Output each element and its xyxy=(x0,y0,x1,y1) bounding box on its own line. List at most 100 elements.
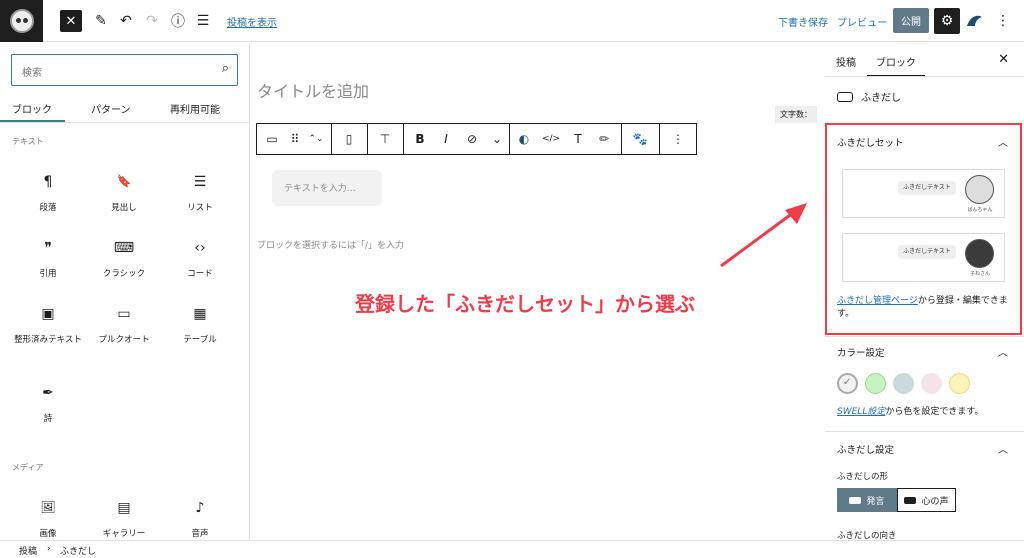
publish-button[interactable]: 公開 xyxy=(893,8,929,33)
chevron-right-icon: › xyxy=(47,544,51,554)
search-input[interactable]: 検索 ⌕ xyxy=(11,54,238,86)
chevron-up-icon[interactable]: ︿ xyxy=(998,134,1008,149)
move-up-down-icon[interactable]: ⌃⌄ xyxy=(305,124,327,154)
search-placeholder: 検索 xyxy=(22,68,42,79)
music-note-icon: ♪ xyxy=(195,500,205,516)
list-view-icon[interactable]: ☰ xyxy=(192,10,214,32)
balloon-placeholder: テキストを入力… xyxy=(284,184,356,194)
balloon-settings-icon[interactable]: ▯ xyxy=(335,124,363,154)
manage-page-link[interactable]: ふきだし管理ページ xyxy=(837,296,918,306)
swell-settings-link[interactable]: SWELL設定 xyxy=(837,407,885,417)
arrow-annotation xyxy=(715,200,810,273)
panel-title-fuki-set[interactable]: ふきだしセット xyxy=(837,135,904,149)
save-draft-button[interactable]: 下書き保存 xyxy=(778,14,828,29)
block-item-verse[interactable]: ✒ 詩 xyxy=(10,385,86,426)
toolbar-divider xyxy=(403,124,404,154)
block-item-table[interactable]: ▦ テーブル xyxy=(162,306,238,347)
undo-icon[interactable]: ↶ xyxy=(115,10,137,32)
block-item-image[interactable]: 🖼 画像 xyxy=(10,500,86,540)
quote-icon: ❞ xyxy=(44,240,52,256)
tab-block[interactable]: ブロック xyxy=(867,54,925,77)
shape-label: ふきだしの形 xyxy=(837,472,889,482)
italic-icon[interactable]: I xyxy=(435,124,457,154)
block-item-quote[interactable]: ❞ 引用 xyxy=(10,240,86,281)
block-item-code[interactable]: ‹› コード xyxy=(162,240,238,281)
block-item-pullquote[interactable]: ▭ プルクオート xyxy=(86,306,162,347)
breadcrumb-fuki[interactable]: ふきだし xyxy=(60,544,96,557)
highlight-icon[interactable]: ✏ xyxy=(593,124,615,154)
color-swatch-1[interactable]: ✓ xyxy=(837,373,858,394)
balloon-preset-2[interactable]: ふきだしテキスト 子ねさん xyxy=(842,233,1005,282)
font-size-icon[interactable]: T xyxy=(567,124,589,154)
block-toolbar: ▭ ⠿ ⌃⌄ ▯ ⊤ B I ⊘ ⌄ ◐ </> T ✏ 🐾 ⋮ xyxy=(256,123,697,155)
feather-icon: ✒ xyxy=(42,385,54,401)
avatar-icon xyxy=(965,175,994,204)
thought-bubble-icon xyxy=(904,496,917,504)
settings-sidebar: 投稿 ブロック ✕ ふきだし ふきだしセット ︿ ふきだしテキスト ぱんちゃん … xyxy=(825,43,1024,540)
color-swatch-2[interactable] xyxy=(865,373,886,394)
block-item-audio[interactable]: ♪ 音声 xyxy=(162,500,238,540)
close-icon[interactable]: ✕ xyxy=(998,52,1009,67)
breadcrumb-post[interactable]: 投稿 xyxy=(19,544,37,557)
block-type-icon[interactable]: ▭ xyxy=(259,124,285,154)
inserter-tabs: ブロック パターン 再利用可能 xyxy=(0,93,249,123)
paw-icon[interactable]: 🐾 xyxy=(627,124,653,154)
site-logo[interactable] xyxy=(0,0,43,42)
view-post-link[interactable]: 投稿を表示 xyxy=(227,14,277,29)
chevron-down-icon[interactable]: ⌄ xyxy=(487,124,507,154)
manage-page-note: ふきだし管理ページから登録・編集できます。 xyxy=(837,296,1008,319)
options-menu-icon[interactable]: ⋮ xyxy=(992,10,1014,32)
block-name: ふきだし xyxy=(861,93,901,104)
pen-icon[interactable]: ✎ xyxy=(90,10,112,32)
more-options-icon[interactable]: ⋮ xyxy=(665,124,691,154)
bold-icon[interactable]: B xyxy=(409,124,431,154)
preview-button[interactable]: プレビュー xyxy=(837,14,887,29)
panel-title-color[interactable]: カラー設定 xyxy=(837,345,885,359)
shape-option-thought[interactable]: 心の声 xyxy=(897,488,956,512)
toolbar-divider xyxy=(509,124,510,154)
paragraph-icon: ¶ xyxy=(43,174,53,190)
balloon-preset-1[interactable]: ふきだしテキスト ぱんちゃん xyxy=(842,169,1005,218)
color-swatch-5[interactable] xyxy=(949,373,970,394)
tab-reusable[interactable]: 再利用可能 xyxy=(170,101,220,116)
swell-icon[interactable] xyxy=(966,13,983,28)
post-title-input[interactable]: タイトルを追加 xyxy=(257,78,369,102)
panel-title-fuki-settings[interactable]: ふきだし設定 xyxy=(837,442,894,456)
chevron-up-icon[interactable]: ︿ xyxy=(998,344,1008,359)
speech-bubble-icon xyxy=(849,496,862,504)
tab-patterns[interactable]: パターン xyxy=(91,101,131,116)
tab-post[interactable]: 投稿 xyxy=(836,54,856,69)
list-icon: ☰ xyxy=(193,174,207,190)
tab-blocks[interactable]: ブロック xyxy=(0,101,65,122)
link-icon[interactable]: ⊘ xyxy=(461,124,483,154)
check-icon: ✓ xyxy=(843,377,852,388)
preset-name: 子ねさん xyxy=(969,271,990,277)
bubble-text: ふきだしテキスト xyxy=(898,245,956,259)
alignment-icon[interactable]: ⊤ xyxy=(371,124,399,154)
image-icon: 🖼 xyxy=(40,500,56,514)
color-swatch-4[interactable] xyxy=(921,373,942,394)
avatar-icon xyxy=(965,239,994,268)
block-item-heading[interactable]: 🔖 見出し xyxy=(86,174,162,215)
toolbar-divider xyxy=(659,124,660,154)
shape-option-speech[interactable]: 発言 xyxy=(837,488,897,512)
block-item-preformatted[interactable]: ▣ 整形済みテキスト xyxy=(10,306,86,347)
color-swatch-3[interactable] xyxy=(893,373,914,394)
swell-format-icon[interactable]: ◐ xyxy=(513,124,535,154)
info-icon[interactable]: ⓘ xyxy=(167,10,189,32)
close-inserter-button[interactable]: ✕ xyxy=(60,10,82,32)
redo-icon[interactable]: ↷ xyxy=(141,10,163,32)
chevron-up-icon[interactable]: ︿ xyxy=(998,441,1008,456)
block-item-gallery[interactable]: ▤ ギャラリー xyxy=(86,500,162,540)
drag-handle-icon[interactable]: ⠿ xyxy=(285,124,305,154)
block-inserter-panel: 検索 ⌕ ブロック パターン 再利用可能 テキスト ¶ 段落 🔖 見出し ☰ リスト … xyxy=(0,43,250,540)
balloon-block[interactable]: テキストを入力… xyxy=(272,170,382,206)
gallery-icon: ▤ xyxy=(117,500,131,516)
bookmark-icon: 🔖 xyxy=(116,174,132,188)
block-item-classic[interactable]: ⌨ クラシック xyxy=(86,240,162,281)
block-item-list[interactable]: ☰ リスト xyxy=(162,174,238,215)
block-item-paragraph[interactable]: ¶ 段落 xyxy=(10,174,86,215)
settings-button[interactable]: ⚙ xyxy=(934,8,960,34)
divider xyxy=(825,336,1024,337)
inline-code-icon[interactable]: </> xyxy=(539,124,563,154)
